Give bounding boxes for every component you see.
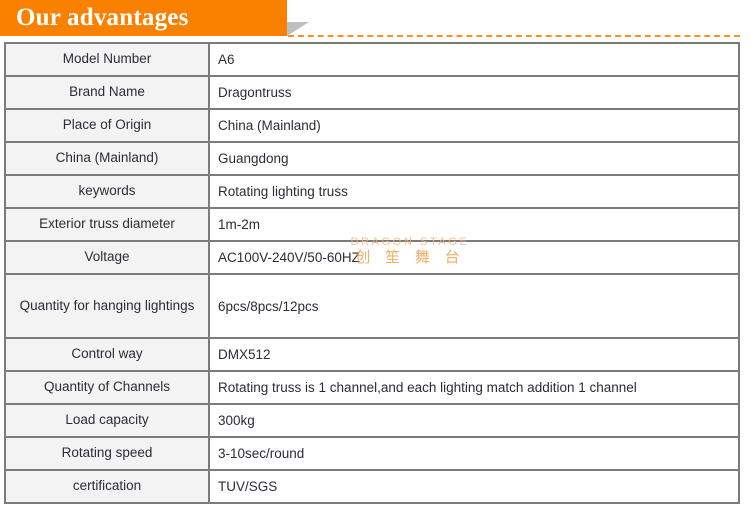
spec-label-cell: Exterior truss diameter — [4, 207, 210, 242]
spec-label-cell: China (Mainland) — [4, 141, 210, 176]
banner-fold-triangle — [287, 22, 309, 36]
spec-label-cell: Brand Name — [4, 75, 210, 110]
table-row: Control way DMX512 — [4, 337, 740, 372]
page-title: Our advantages — [16, 4, 189, 31]
spec-label-cell: Control way — [4, 337, 210, 372]
spec-value-cell: Rotating truss is 1 channel,and each lig… — [208, 370, 740, 405]
table-row: Load capacity 300kg — [4, 403, 740, 438]
specifications-table: Model Number A6 Brand Name Dragontruss Place… — [4, 42, 740, 504]
spec-label-cell: keywords — [4, 174, 210, 209]
banner-dashed-rule — [288, 35, 740, 37]
table-row: certification TUV/SGS — [4, 469, 740, 504]
table-row: Quantity for hanging lightings 6pcs/8pcs/… — [4, 273, 740, 339]
spec-label-cell: Quantity for hanging lightings — [4, 273, 210, 339]
spec-value-cell: 1m-2m — [208, 207, 740, 242]
table-row: China (Mainland) Guangdong — [4, 141, 740, 176]
table-row: Brand Name Dragontruss — [4, 75, 740, 110]
advantages-banner: Our advantages — [0, 0, 287, 36]
table-row: Place of Origin China (Mainland) — [4, 108, 740, 143]
spec-value-cell: A6 — [208, 42, 740, 77]
spec-value-cell: DMX512 — [208, 337, 740, 372]
table-row: Model Number A6 — [4, 42, 740, 77]
spec-value-cell: Rotating lighting truss — [208, 174, 740, 209]
spec-value-cell: 300kg — [208, 403, 740, 438]
spec-label-cell: Place of Origin — [4, 108, 210, 143]
spec-value-cell: Guangdong — [208, 141, 740, 176]
spec-label-cell: Load capacity — [4, 403, 210, 438]
spec-label-cell: Rotating speed — [4, 436, 210, 471]
spec-value-cell: AC100V-240V/50-60HZ — [208, 240, 740, 275]
table-row: keywords Rotating lighting truss — [4, 174, 740, 209]
spec-value-cell: China (Mainland) — [208, 108, 740, 143]
spec-value-cell: 6pcs/8pcs/12pcs — [208, 273, 740, 339]
spec-label-cell: Model Number — [4, 42, 210, 77]
table-row: Rotating speed 3-10sec/round — [4, 436, 740, 471]
spec-label-cell: certification — [4, 469, 210, 504]
spec-value-cell: TUV/SGS — [208, 469, 740, 504]
table-row: Quantity of Channels Rotating truss is 1 … — [4, 370, 740, 405]
table-row: Exterior truss diameter 1m-2m — [4, 207, 740, 242]
spec-value-cell: Dragontruss — [208, 75, 740, 110]
specifications-table-body: Model Number A6 Brand Name Dragontruss Place… — [4, 42, 740, 504]
spec-label-cell: Quantity of Channels — [4, 370, 210, 405]
table-row: Voltage AC100V-240V/50-60HZ — [4, 240, 740, 275]
specifications-table-container: Model Number A6 Brand Name Dragontruss Place… — [4, 42, 740, 504]
spec-label-cell: Voltage — [4, 240, 210, 275]
spec-value-cell: 3-10sec/round — [208, 436, 740, 471]
